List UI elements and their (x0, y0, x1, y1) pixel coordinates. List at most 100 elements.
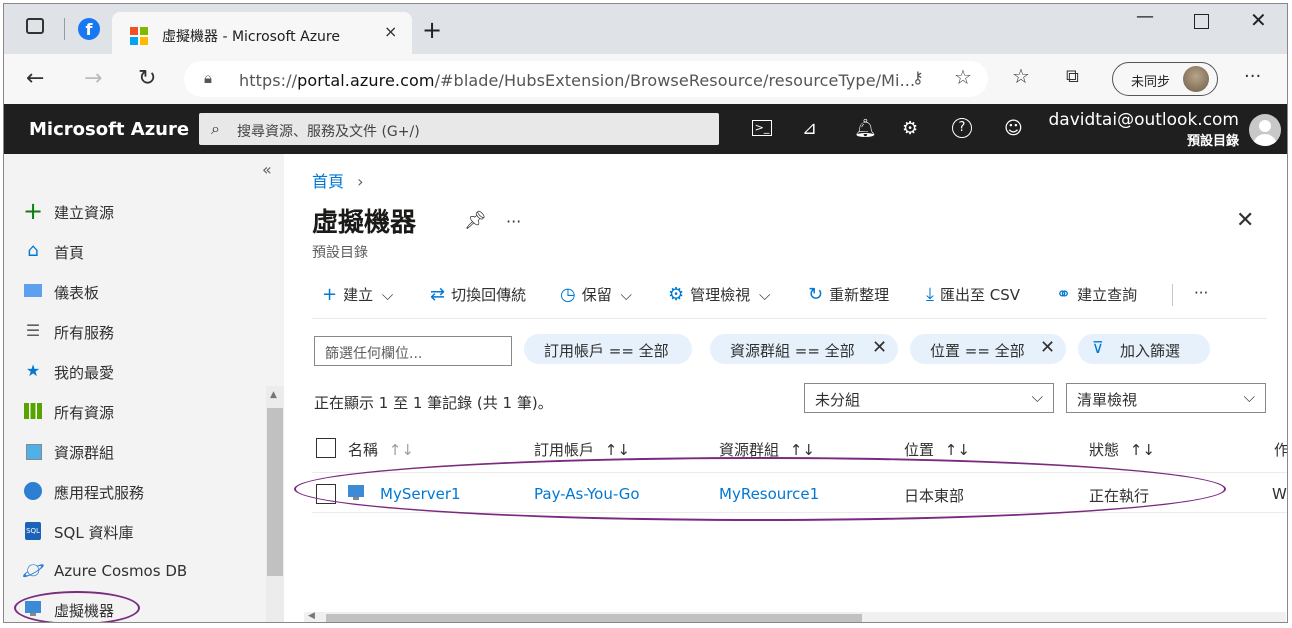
sql-icon: SQL (22, 520, 44, 542)
main-blade: 首頁 › 虛擬機器 📌︎ ··· 預設目錄 ✕ + 建立 ⌵ ⇄ 切換回傳統 ◷ 保留… (284, 154, 1287, 622)
toolbar-separator (312, 318, 1267, 319)
sidebar-scrollbar[interactable]: ▲ (266, 386, 284, 622)
horizontal-scrollbar-thumb[interactable] (326, 614, 862, 622)
gear-icon: ⚙ (668, 284, 685, 305)
plus-icon: + (322, 284, 338, 305)
sidebar-item-label: 資源群組 (54, 444, 115, 462)
favorites-icon[interactable]: ☆ (1012, 64, 1030, 88)
sidebar-item-label: 所有服務 (54, 324, 115, 342)
column-label: 狀態 (1089, 441, 1120, 459)
breadcrumb-home-link[interactable]: 首頁 (312, 172, 344, 191)
switch-classic-button[interactable]: ⇄ 切換回傳統 (430, 284, 526, 305)
help-icon[interactable]: ? (952, 118, 972, 138)
sidebar-scrollbar-thumb[interactable] (267, 408, 283, 576)
close-blade-button[interactable]: ✕ (1236, 208, 1254, 233)
settings-more-button[interactable]: ··· (1244, 66, 1261, 87)
column-header-status[interactable]: 狀態 ↑↓ (1089, 439, 1155, 460)
close-icon[interactable]: ✕ (1040, 337, 1055, 358)
cloud-shell-icon[interactable]: >_ (752, 120, 772, 136)
add-filter-icon: ⊽ (1092, 338, 1104, 357)
reservations-button[interactable]: ◷ 保留 ⌵ (560, 284, 632, 305)
grouping-dropdown[interactable]: 未分組 ⌵ (804, 383, 1054, 413)
open-query-button[interactable]: ⚭ 建立查詢 (1056, 284, 1137, 305)
url-host: portal.azure.com (297, 71, 435, 90)
profile-sync-button[interactable]: 未同步 (1112, 62, 1218, 96)
resource-group-icon (22, 440, 44, 462)
home-icon: ⌂ (27, 240, 39, 261)
lock-icon[interactable]: 🔒︎ (204, 69, 212, 87)
view-mode-value: 清單檢視 (1077, 391, 1138, 409)
column-label: 訂用帳戶 (534, 441, 595, 459)
tab-strip: f 虛擬機器 - Microsoft Azure × + — ✕ (4, 4, 1287, 54)
address-bar[interactable]: 🔒︎ https://portal.azure.com/#blade/HubsE… (184, 61, 988, 97)
chevron-down-icon: ⌵ (381, 286, 394, 304)
tab-active[interactable]: 虛擬機器 - Microsoft Azure × (112, 12, 412, 54)
tab-actions-icon[interactable] (26, 18, 44, 34)
grouping-value: 未分組 (815, 391, 861, 409)
refresh-button-blade[interactable]: ↻ 重新整理 (808, 284, 889, 305)
forward-button[interactable]: → (84, 66, 102, 91)
close-icon[interactable]: ✕ (872, 337, 887, 358)
title-more-button[interactable]: ··· (506, 212, 521, 231)
user-avatar-icon[interactable] (1249, 114, 1281, 146)
minimize-button[interactable]: — (1136, 6, 1154, 27)
user-email: davidtai@outlook.com (1048, 110, 1239, 130)
maximize-button[interactable] (1194, 14, 1209, 29)
new-tab-button[interactable]: + (422, 16, 442, 44)
filter-pill-location[interactable]: 位置 == 全部 ✕ (910, 334, 1066, 364)
record-count: 正在顯示 1 至 1 筆記錄 (共 1 筆)。 (314, 394, 553, 412)
feedback-icon[interactable]: ☺ (1004, 118, 1023, 139)
column-label: 位置 (904, 441, 935, 459)
filter-input[interactable]: 篩選任何欄位... (314, 336, 512, 366)
account-menu[interactable]: davidtai@outlook.com 預設目錄 (1048, 110, 1239, 149)
add-filter-button[interactable]: ⊽ 加入篩選 (1078, 334, 1210, 364)
manage-view-button[interactable]: ⚙ 管理檢視 ⌵ (668, 284, 770, 305)
horizontal-scrollbar[interactable]: ◀ (304, 611, 1286, 622)
sort-icon: ↑↓ (944, 441, 970, 459)
sidebar-item-label: 建立資源 (54, 204, 115, 222)
page-title: 虛擬機器 (312, 208, 417, 238)
select-all-checkbox[interactable] (316, 438, 336, 458)
filter-pill-resource-group[interactable]: 資源群組 == 全部 ✕ (710, 334, 898, 364)
settings-icon[interactable]: ⚙ (902, 118, 918, 139)
toolbar-more-button[interactable]: ··· (1194, 284, 1208, 302)
filter-pill-label: 資源群組 == 全部 (730, 342, 855, 360)
column-header-subscription[interactable]: 訂用帳戶 ↑↓ (534, 439, 630, 460)
export-csv-button[interactable]: ⤓ 匯出至 CSV (926, 284, 1020, 305)
refresh-button[interactable]: ↻ (138, 66, 156, 91)
back-button[interactable]: ← (26, 66, 44, 91)
azure-brand[interactable]: Microsoft Azure (29, 119, 189, 140)
column-header-location[interactable]: 位置 ↑↓ (904, 439, 970, 460)
page-subtitle: 預設目錄 (312, 245, 368, 261)
app-service-icon (22, 480, 44, 502)
add-favorite-icon[interactable]: ☆ (954, 65, 972, 89)
collapse-menu-button[interactable]: « (262, 160, 272, 179)
open-query-label: 建立查詢 (1077, 286, 1138, 304)
pin-icon[interactable]: 📌︎ (464, 210, 487, 231)
close-window-button[interactable]: ✕ (1250, 8, 1267, 32)
column-header-name[interactable]: 名稱 ↑↓ (348, 439, 414, 460)
create-label: 建立 (343, 286, 374, 304)
annotation-ellipse-sidebar (14, 591, 140, 622)
star-icon: ★ (25, 361, 41, 380)
cell-extra: Wi (1272, 485, 1287, 503)
dashboard-icon (22, 280, 44, 302)
search-icon: ⌕ (211, 119, 220, 138)
filter-pill-label: 訂用帳戶 == 全部 (544, 342, 669, 360)
directory-filter-icon[interactable]: ⊿ (802, 118, 817, 139)
key-icon[interactable]: ⚷ (912, 68, 924, 87)
notifications-icon[interactable]: 🔔︎ (854, 118, 877, 139)
sort-icon: ↑↓ (388, 441, 414, 459)
filter-pill-subscription[interactable]: 訂用帳戶 == 全部 (524, 334, 692, 364)
manage-view-label: 管理檢視 (690, 286, 751, 304)
url-text: https://portal.azure.com/#blade/HubsExte… (239, 71, 915, 90)
global-search-input[interactable]: ⌕ 搜尋資源、服務及文件 (G+/) (199, 113, 719, 145)
facebook-tab-icon[interactable]: f (78, 18, 100, 40)
url-scheme: https:// (239, 71, 298, 90)
collections-icon[interactable]: ⧉ (1066, 66, 1079, 87)
view-mode-dropdown[interactable]: 清單檢視 ⌵ (1066, 383, 1266, 413)
tab-close-icon[interactable]: × (384, 22, 397, 41)
tab-title: 虛擬機器 - Microsoft Azure (162, 29, 340, 45)
column-header-extra[interactable]: 作 (1274, 439, 1287, 460)
create-button[interactable]: + 建立 ⌵ (322, 284, 393, 305)
